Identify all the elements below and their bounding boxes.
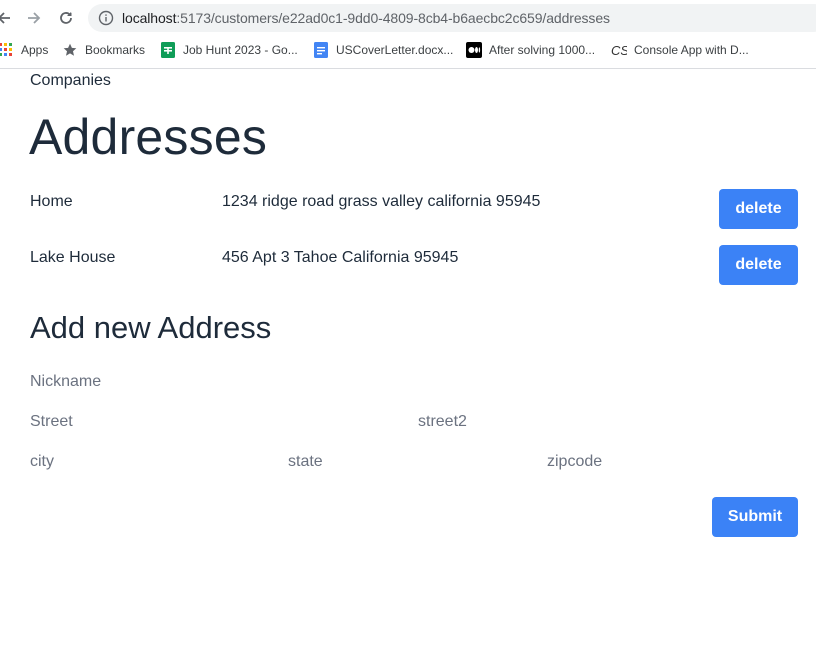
forward-arrow-icon[interactable] bbox=[22, 6, 46, 30]
address-full: 1234 ridge road grass valley california … bbox=[222, 193, 541, 210]
address-row: Lake House 456 Apt 3 Tahoe California 95… bbox=[0, 245, 816, 289]
star-icon bbox=[62, 42, 78, 58]
url-text: localhost:5173/customers/e22ad0c1-9dd0-4… bbox=[122, 10, 610, 26]
bookmark-after-solving[interactable]: After solving 1000... bbox=[466, 40, 595, 60]
site-info-icon[interactable] bbox=[98, 10, 114, 26]
svg-text:CS: CS bbox=[611, 43, 627, 57]
bookmark-bookmarks[interactable]: Bookmarks bbox=[62, 40, 145, 60]
docs-icon bbox=[313, 42, 329, 58]
zipcode-input[interactable] bbox=[547, 449, 797, 475]
bookmark-label: USCoverLetter.docx... bbox=[336, 43, 454, 57]
bookmark-label: Bookmarks bbox=[85, 43, 146, 57]
bookmark-label: After solving 1000... bbox=[489, 43, 596, 57]
street2-input[interactable] bbox=[418, 409, 798, 435]
apps-grid-icon bbox=[0, 42, 14, 58]
city-input[interactable] bbox=[30, 449, 270, 475]
street-input[interactable] bbox=[30, 409, 400, 435]
address-nickname: Lake House bbox=[30, 249, 116, 266]
bookmark-label: Apps bbox=[21, 43, 49, 57]
url-host: localhost bbox=[122, 10, 177, 26]
address-bar[interactable]: localhost:5173/customers/e22ad0c1-9dd0-4… bbox=[88, 4, 816, 32]
companies-link[interactable]: Companies bbox=[30, 72, 111, 90]
back-arrow-icon[interactable] bbox=[0, 6, 16, 30]
bookmark-apps[interactable]: Apps bbox=[0, 40, 48, 60]
nickname-input[interactable] bbox=[30, 369, 410, 395]
chrome-divider bbox=[0, 68, 816, 69]
bookmark-cover-letter[interactable]: USCoverLetter.docx... bbox=[313, 40, 453, 60]
add-address-title: Add new Address bbox=[30, 310, 272, 345]
bookmark-console-app[interactable]: CS Console App with D... bbox=[611, 40, 749, 60]
delete-address-button[interactable]: delete bbox=[719, 245, 798, 285]
bookmark-label: Console App with D... bbox=[634, 43, 749, 57]
bookmarks-bar: Apps Bookmarks Job Hunt 2023 - Go... USC… bbox=[0, 38, 816, 62]
page-title: Addresses bbox=[29, 109, 268, 165]
browser-toolbar: localhost:5173/customers/e22ad0c1-9dd0-4… bbox=[0, 0, 816, 36]
sheets-icon bbox=[160, 42, 176, 58]
address-row: Home 1234 ridge road grass valley califo… bbox=[0, 189, 816, 233]
bookmark-label: Job Hunt 2023 - Go... bbox=[183, 43, 298, 57]
state-input[interactable] bbox=[288, 449, 528, 475]
cs-icon: CS bbox=[611, 42, 627, 58]
delete-address-button[interactable]: delete bbox=[719, 189, 798, 229]
submit-button[interactable]: Submit bbox=[712, 497, 798, 537]
url-path: :5173/customers/e22ad0c1-9dd0-4809-8cb4-… bbox=[176, 10, 610, 26]
address-nickname: Home bbox=[30, 193, 73, 210]
bookmark-job-hunt[interactable]: Job Hunt 2023 - Go... bbox=[160, 40, 298, 60]
address-full: 456 Apt 3 Tahoe California 95945 bbox=[222, 249, 459, 266]
medium-icon bbox=[466, 42, 482, 58]
reload-icon[interactable] bbox=[54, 6, 78, 30]
